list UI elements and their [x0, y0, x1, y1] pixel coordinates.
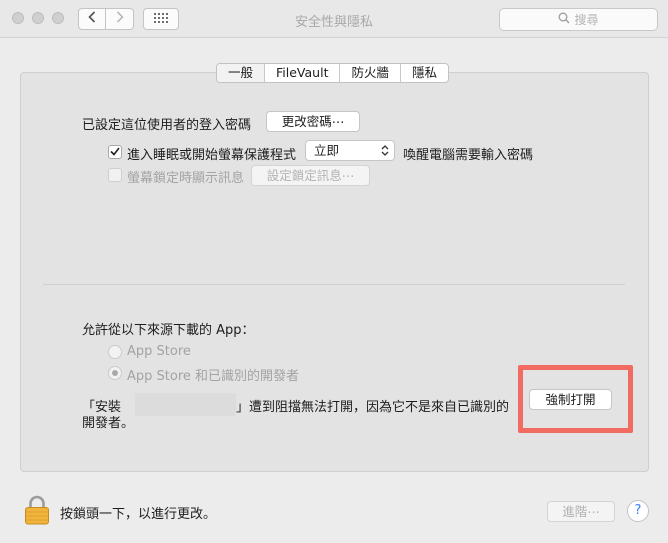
help-button[interactable]: ?	[627, 500, 649, 522]
help-icon: ?	[634, 503, 642, 518]
highlight-box	[518, 365, 633, 433]
updown-chevron-icon	[379, 143, 391, 158]
password-status-label: 已設定這位使用者的登入密碼	[82, 118, 252, 133]
radio-app-store[interactable]	[108, 345, 122, 359]
radio-app-store-label: App Store	[127, 344, 191, 359]
advanced-button[interactable]: 進階⋯	[547, 501, 615, 522]
set-lock-message-button[interactable]: 設定鎖定訊息⋯	[251, 165, 370, 186]
require-password-label: 進入睡眠或開始螢幕保護程式	[127, 148, 297, 163]
tab-firewall[interactable]: 防火牆	[339, 64, 400, 82]
change-password-button[interactable]: 更改密碼⋯	[266, 111, 360, 132]
radio-app-store-identified-label: App Store 和已識別的開發者	[127, 369, 300, 384]
tab-privacy[interactable]: 隱私	[400, 64, 448, 82]
blocked-message-suffix: 」遭到阻擋無法打開，因為它不是來自已識別的	[236, 400, 510, 415]
section-divider	[43, 284, 625, 285]
require-password-label-after: 喚醒電腦需要輸入密碼	[403, 148, 534, 163]
redacted-app-name	[135, 393, 236, 416]
download-sources-heading: 允許從以下來源下載的 App：	[82, 323, 255, 338]
search-field[interactable]: 搜尋	[499, 8, 658, 31]
lock-icon[interactable]	[24, 495, 50, 525]
blocked-message-line2: 開發者。	[82, 416, 135, 431]
lock-instruction-label: 按鎖頭一下，以進行更改。	[60, 507, 217, 522]
radio-selected-dot	[112, 370, 118, 376]
tab-filevault[interactable]: FileVault	[264, 64, 339, 82]
require-password-checkbox[interactable]	[108, 145, 122, 159]
require-password-delay-select[interactable]: 立即	[305, 140, 395, 161]
tab-bar: 一般 FileVault 防火牆 隱私	[216, 63, 450, 83]
require-password-delay-value: 立即	[314, 143, 340, 158]
checkmark-icon	[110, 145, 120, 160]
lock-message-checkbox[interactable]	[108, 168, 122, 182]
search-icon	[558, 12, 570, 27]
tab-general[interactable]: 一般	[217, 64, 265, 82]
lock-message-label: 螢幕鎖定時顯示訊息	[127, 171, 245, 186]
search-placeholder: 搜尋	[574, 13, 599, 27]
title-bar: 安全性與隱私 搜尋	[0, 0, 668, 38]
radio-app-store-identified[interactable]	[108, 366, 122, 380]
